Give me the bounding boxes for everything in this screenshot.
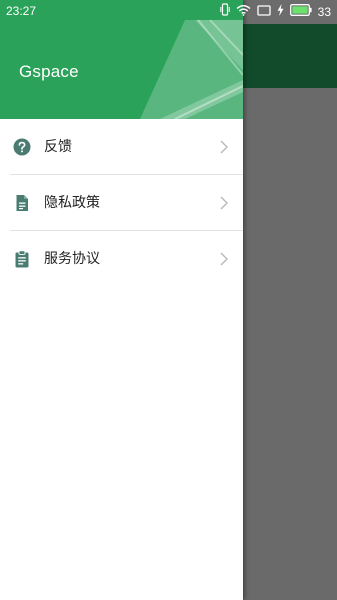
menu-item-label: 服务协议	[44, 251, 100, 267]
menu-item-label: 隐私政策	[44, 195, 100, 211]
status-icons: 33	[219, 3, 331, 21]
charging-icon	[277, 3, 284, 21]
clipboard-icon	[13, 250, 31, 268]
vibrate-icon	[219, 3, 230, 21]
document-icon	[13, 194, 31, 212]
menu-item-terms-of-service[interactable]: 服务协议	[0, 231, 243, 287]
battery-level: 33	[317, 5, 331, 19]
navigation-drawer: Gspace 反馈 隐私政策 服务协议	[0, 0, 243, 600]
menu-item-privacy-policy[interactable]: 隐私政策	[0, 175, 243, 231]
chevron-right-icon	[219, 139, 229, 155]
status-time: 23:27	[6, 4, 37, 18]
menu-item-feedback[interactable]: 反馈	[0, 119, 243, 175]
chevron-right-icon	[219, 251, 229, 267]
screen: 23:27 33 Gspace 反馈 隐私政策 服务协议	[0, 0, 337, 600]
menu-item-label: 反馈	[44, 139, 72, 155]
chevron-right-icon	[219, 195, 229, 211]
wifi-icon	[236, 3, 251, 21]
status-bar: 23:27 33	[0, 0, 337, 24]
screen-cast-icon	[256, 3, 271, 21]
background-app-content[interactable]	[232, 88, 337, 600]
help-circle-icon	[13, 138, 31, 156]
battery-icon	[289, 3, 312, 21]
drawer-menu: 反馈 隐私政策 服务协议	[0, 119, 243, 287]
app-title: Gspace	[19, 62, 79, 81]
